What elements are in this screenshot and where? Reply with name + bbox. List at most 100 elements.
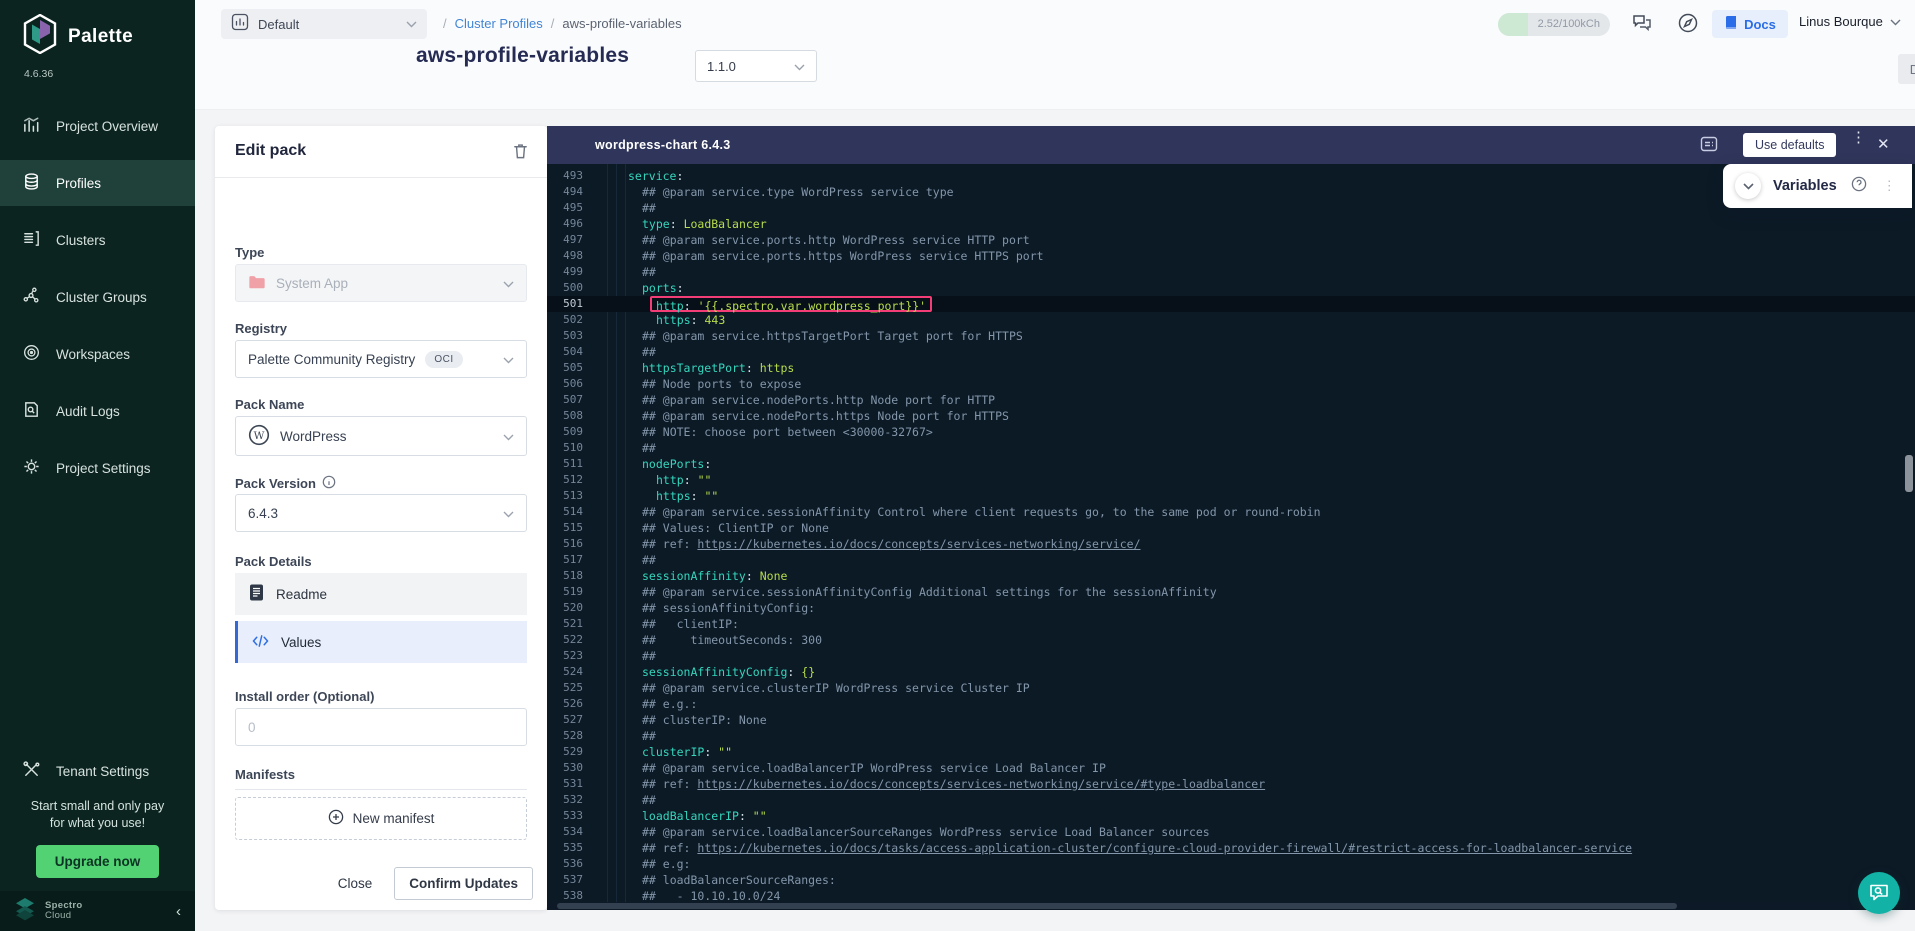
code-line[interactable]: 505httpsTargetPort: https (547, 360, 1915, 376)
sidebar-item-cluster-groups[interactable]: Cluster Groups (0, 274, 195, 320)
sidebar-item-project-overview[interactable]: Project Overview (0, 103, 195, 149)
breadcrumb: / Cluster Profiles / aws-profile-variabl… (443, 16, 682, 31)
readme-tab[interactable]: Readme (235, 573, 527, 615)
code-line[interactable]: 537## loadBalancerSourceRanges: (547, 872, 1915, 888)
code-line[interactable]: 499## (547, 264, 1915, 280)
editor-close-icon[interactable]: ✕ (1877, 135, 1890, 153)
code-line[interactable]: 531## ref: https://kubernetes.io/docs/co… (547, 776, 1915, 792)
registry-select[interactable]: Palette Community Registry OCI (235, 340, 527, 378)
code-line[interactable]: 509## NOTE: choose port between <30000-3… (547, 424, 1915, 440)
install-order-input[interactable] (235, 708, 527, 746)
highlighted-variable[interactable]: http: '{{.spectro.var.wordpress_port}}' (650, 296, 932, 312)
code-line[interactable]: 532## (547, 792, 1915, 808)
values-tab[interactable]: Values (235, 621, 527, 663)
help-circle-icon[interactable] (1851, 176, 1867, 197)
use-defaults-button[interactable]: Use defaults (1743, 133, 1836, 157)
code-line[interactable]: 528## (547, 728, 1915, 744)
breadcrumb-separator: / (551, 16, 555, 31)
code-line[interactable]: 511nodePorts: (547, 456, 1915, 472)
trash-icon[interactable] (512, 142, 529, 165)
close-button[interactable]: Close (326, 868, 385, 899)
code-line[interactable]: 496type: LoadBalancer (547, 216, 1915, 232)
diff-view-icon[interactable] (1700, 136, 1718, 157)
project-scope-select[interactable]: Default (221, 9, 427, 39)
collapse-sidebar-icon[interactable]: ‹ (176, 903, 181, 920)
code-line[interactable]: 535## ref: https://kubernetes.io/docs/ta… (547, 840, 1915, 856)
editor-title: wordpress-chart 6.4.3 (595, 138, 731, 152)
code-line[interactable]: 521## clientIP: (547, 616, 1915, 632)
code-line[interactable]: 530## @param service.loadBalancerIP Word… (547, 760, 1915, 776)
app-version: 4.6.36 (24, 68, 53, 80)
sidebar-item-workspaces[interactable]: Workspaces (0, 331, 195, 377)
confirm-updates-button[interactable]: Confirm Updates (394, 867, 533, 900)
code-line[interactable]: 515## Values: ClientIP or None (547, 520, 1915, 536)
servers-icon (22, 229, 41, 251)
code-line[interactable]: 523## (547, 648, 1915, 664)
horizontal-scrollbar[interactable] (547, 902, 1915, 910)
code-line[interactable]: 501http: '{{.spectro.var.wordpress_port}… (547, 296, 1915, 312)
code-line[interactable]: 524sessionAffinityConfig: {} (547, 664, 1915, 680)
code-line[interactable]: 507## @param service.nodePorts.http Node… (547, 392, 1915, 408)
horizontal-scrollbar-thumb[interactable] (557, 903, 1677, 909)
code-line[interactable]: 494## @param service.type WordPress serv… (547, 184, 1915, 200)
variables-kebab-icon[interactable]: ⋮ (1883, 183, 1891, 189)
code-line[interactable]: 516## ref: https://kubernetes.io/docs/co… (547, 536, 1915, 552)
code-line[interactable]: 498## @param service.ports.https WordPre… (547, 248, 1915, 264)
code-line[interactable]: 514## @param service.sessionAffinity Con… (547, 504, 1915, 520)
upgrade-now-button[interactable]: Upgrade now (36, 845, 159, 878)
code-line[interactable]: 538## - 10.10.10.0/24 (547, 888, 1915, 902)
code-line[interactable]: 519## @param service.sessionAffinityConf… (547, 584, 1915, 600)
variables-collapse-button[interactable] (1735, 173, 1761, 199)
sidebar-item-profiles[interactable]: Profiles (0, 160, 195, 206)
code-line[interactable]: 495## (547, 200, 1915, 216)
user-menu[interactable]: Linus Bourque (1799, 14, 1901, 29)
pack-values-editor: wordpress-chart 6.4.3 Use defaults ⋮ ✕ 4… (547, 126, 1915, 910)
code-line[interactable]: 518sessionAffinity: None (547, 568, 1915, 584)
compass-icon[interactable] (1676, 11, 1702, 37)
code-line[interactable]: 497## @param service.ports.http WordPres… (547, 232, 1915, 248)
deploy-button[interactable]: Deploy (1898, 54, 1915, 84)
code-line[interactable]: 493service: (547, 168, 1915, 184)
code-line[interactable]: 504## (547, 344, 1915, 360)
code-line[interactable]: 513https: "" (547, 488, 1915, 504)
sidebar-item-label: Workspaces (56, 347, 130, 362)
code-line[interactable]: 517## (547, 552, 1915, 568)
project-scope-value: Default (258, 17, 299, 32)
pack-version-select[interactable]: 6.4.3 (235, 494, 527, 532)
code-editor-area[interactable]: 493service:494## @param service.type Wor… (547, 164, 1915, 902)
code-line[interactable]: 526## e.g.: (547, 696, 1915, 712)
profile-version-select[interactable]: 1.1.0 (695, 50, 817, 82)
editor-kebab-icon[interactable]: ⋮ (1851, 134, 1861, 141)
sidebar-item-tenant-settings[interactable]: Tenant Settings (0, 748, 195, 794)
code-line[interactable]: 522## timeoutSeconds: 300 (547, 632, 1915, 648)
code-line[interactable]: 520## sessionAffinityConfig: (547, 600, 1915, 616)
code-line[interactable]: 503## @param service.httpsTargetPort Tar… (547, 328, 1915, 344)
sidebar: Palette 4.6.36 Project Overview Profiles… (0, 0, 195, 931)
chevron-down-icon (1890, 14, 1901, 29)
code-line[interactable]: 536## e.g: (547, 856, 1915, 872)
code-line[interactable]: 525## @param service.clusterIP WordPress… (547, 680, 1915, 696)
vertical-scrollbar-thumb[interactable] (1905, 455, 1913, 492)
code-line[interactable]: 512http: "" (547, 472, 1915, 488)
chat-icon[interactable] (1630, 11, 1656, 37)
code-line[interactable]: 500ports: (547, 280, 1915, 296)
code-line[interactable]: 533loadBalancerIP: "" (547, 808, 1915, 824)
sidebar-item-clusters[interactable]: Clusters (0, 217, 195, 263)
code-line[interactable]: 510## (547, 440, 1915, 456)
code-line[interactable]: 502https: 443 (547, 312, 1915, 328)
sidebar-item-audit-logs[interactable]: Audit Logs (0, 388, 195, 434)
docs-button[interactable]: Docs (1712, 10, 1788, 38)
code-line[interactable]: 506## Node ports to expose (547, 376, 1915, 392)
sidebar-item-project-settings[interactable]: Project Settings (0, 445, 195, 491)
code-line[interactable]: 508## @param service.nodePorts.https Nod… (547, 408, 1915, 424)
support-chat-button[interactable] (1858, 872, 1900, 914)
pack-name-select[interactable]: W WordPress (235, 416, 527, 456)
code-line[interactable]: 534## @param service.loadBalancerSourceR… (547, 824, 1915, 840)
manifests-divider (235, 789, 527, 790)
new-manifest-button[interactable]: New manifest (235, 797, 527, 840)
code-line[interactable]: 529clusterIP: "" (547, 744, 1915, 760)
breadcrumb-cluster-profiles[interactable]: Cluster Profiles (455, 16, 543, 31)
registry-label: Registry (235, 321, 287, 336)
install-order-label: Install order (Optional) (235, 689, 374, 704)
code-line[interactable]: 527## clusterIP: None (547, 712, 1915, 728)
